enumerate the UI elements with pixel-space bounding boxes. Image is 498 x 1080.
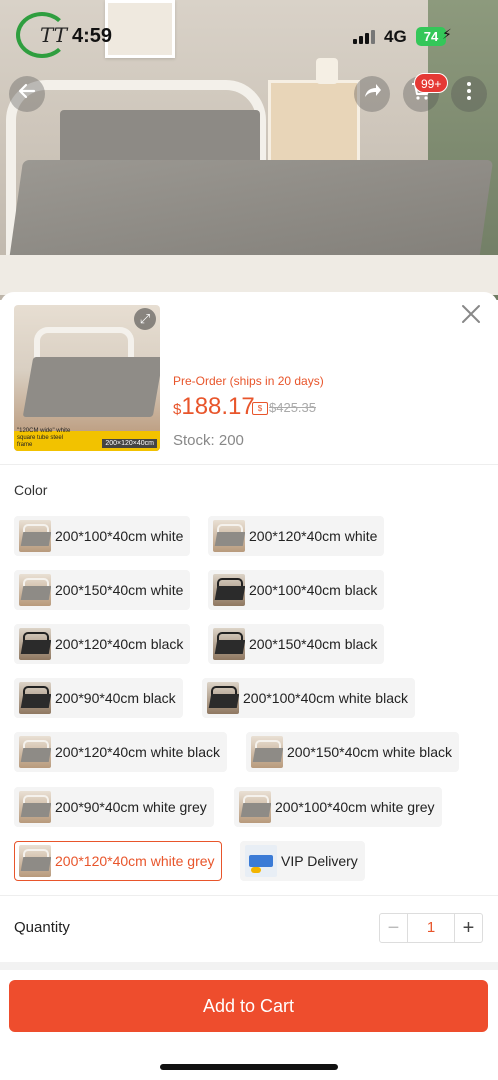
quantity-increase-button[interactable]: + <box>454 914 482 942</box>
variation-option-thumbnail <box>19 628 51 660</box>
variation-option-label: 200*150*40cm white black <box>287 744 452 760</box>
variation-option[interactable]: 200*120*40cm white black <box>14 732 227 772</box>
expand-icon[interactable]: ⤢ <box>134 308 156 330</box>
variation-option-thumbnail <box>19 791 51 823</box>
quantity-label: Quantity <box>14 919 70 936</box>
home-indicator[interactable] <box>160 1064 338 1070</box>
cart-count-badge: 99+ <box>414 73 449 93</box>
divider <box>0 464 498 465</box>
variation-option-thumbnail <box>19 845 51 877</box>
variation-option-thumbnail <box>251 736 283 768</box>
preview-caption-right: 200×120×40cm <box>102 439 157 448</box>
variation-option[interactable]: 200*150*40cm black <box>208 624 385 664</box>
variation-option-label: 200*120*40cm white <box>249 528 378 544</box>
variation-option[interactable]: 200*120*40cm white <box>208 516 385 556</box>
variation-option-label: 200*120*40cm white grey <box>55 853 215 869</box>
variation-option-label: 200*90*40cm black <box>55 690 176 706</box>
variation-option-label: 200*100*40cm white black <box>243 690 408 706</box>
signal-icon <box>353 30 377 44</box>
variation-option-label: 200*150*40cm white <box>55 582 184 598</box>
variation-option-thumbnail <box>19 520 51 552</box>
preview-bed <box>22 357 160 417</box>
variation-option[interactable]: 200*100*40cm white black <box>202 678 415 718</box>
preview-caption-left: "120CM wide" white square tube steel fra… <box>17 428 71 448</box>
add-to-cart-button[interactable]: Add to Cart <box>9 980 488 1032</box>
variation-option-thumbnail <box>213 520 245 552</box>
variation-option-thumbnail <box>207 682 239 714</box>
network-type: 4G <box>384 27 407 46</box>
original-price: $425.35 <box>269 400 316 415</box>
variation-option[interactable]: 200*120*40cm white grey <box>14 841 222 881</box>
variation-label: Color <box>14 482 48 498</box>
variation-option-label: 200*100*40cm black <box>249 582 378 598</box>
preorder-label: Pre-Order (ships in 20 days) <box>173 374 324 388</box>
close-icon[interactable] <box>458 303 484 329</box>
variation-option[interactable]: 200*100*40cm black <box>208 570 385 610</box>
variation-option-label: 200*150*40cm black <box>249 636 378 652</box>
variation-option-label: 200*100*40cm white grey <box>275 799 435 815</box>
price-amount: 188.17 <box>181 393 255 420</box>
variation-option[interactable]: 200*100*40cm white <box>14 516 191 556</box>
status-bar: TT 4:59 4G 74 ⚡ <box>0 0 498 70</box>
variation-option[interactable]: 200*120*40cm black <box>14 624 191 664</box>
status-time: 4:59 <box>72 25 113 47</box>
variation-option[interactable]: 200*100*40cm white grey <box>234 787 442 827</box>
variation-option-thumbnail <box>19 682 51 714</box>
variation-option-thumbnail <box>19 574 51 606</box>
variation-option[interactable]: 200*150*40cm white black <box>246 732 459 772</box>
variation-option[interactable]: VIP Delivery <box>240 841 365 881</box>
divider <box>0 895 498 896</box>
more-button[interactable] <box>451 76 487 112</box>
variation-option-label: 200*120*40cm white black <box>55 744 220 760</box>
variation-option-label: VIP Delivery <box>281 853 358 869</box>
variation-option[interactable]: 200*90*40cm white grey <box>14 787 214 827</box>
more-vertical-icon <box>458 80 480 108</box>
share-button[interactable] <box>354 76 390 112</box>
charging-icon: ⚡ <box>442 26 452 42</box>
variation-option-thumbnail <box>245 845 277 877</box>
variation-option[interactable]: 200*90*40cm black <box>14 678 183 718</box>
back-button[interactable] <box>9 76 45 112</box>
price: $188.17 <box>173 393 255 421</box>
quantity-stepper: − 1 + <box>379 913 483 943</box>
quantity-decrease-button[interactable]: − <box>380 914 408 942</box>
variation-option-label: 200*100*40cm white <box>55 528 184 544</box>
stock-count: Stock: 200 <box>173 432 244 449</box>
variation-option-thumbnail <box>213 574 245 606</box>
variation-option[interactable]: 200*150*40cm white <box>14 570 191 610</box>
share-icon <box>361 80 383 108</box>
quantity-input[interactable]: 1 <box>408 914 454 942</box>
logo-text: TT <box>40 23 68 47</box>
variation-option-thumbnail <box>213 628 245 660</box>
variation-option-thumbnail <box>19 736 51 768</box>
variation-option-thumbnail <box>239 791 271 823</box>
variation-option-label: 200*120*40cm black <box>55 636 184 652</box>
variation-option-label: 200*90*40cm white grey <box>55 799 207 815</box>
section-separator <box>0 962 498 970</box>
price-tag-icon: $ <box>252 402 268 415</box>
bed-rail <box>0 255 498 295</box>
arrow-left-icon <box>16 80 38 108</box>
